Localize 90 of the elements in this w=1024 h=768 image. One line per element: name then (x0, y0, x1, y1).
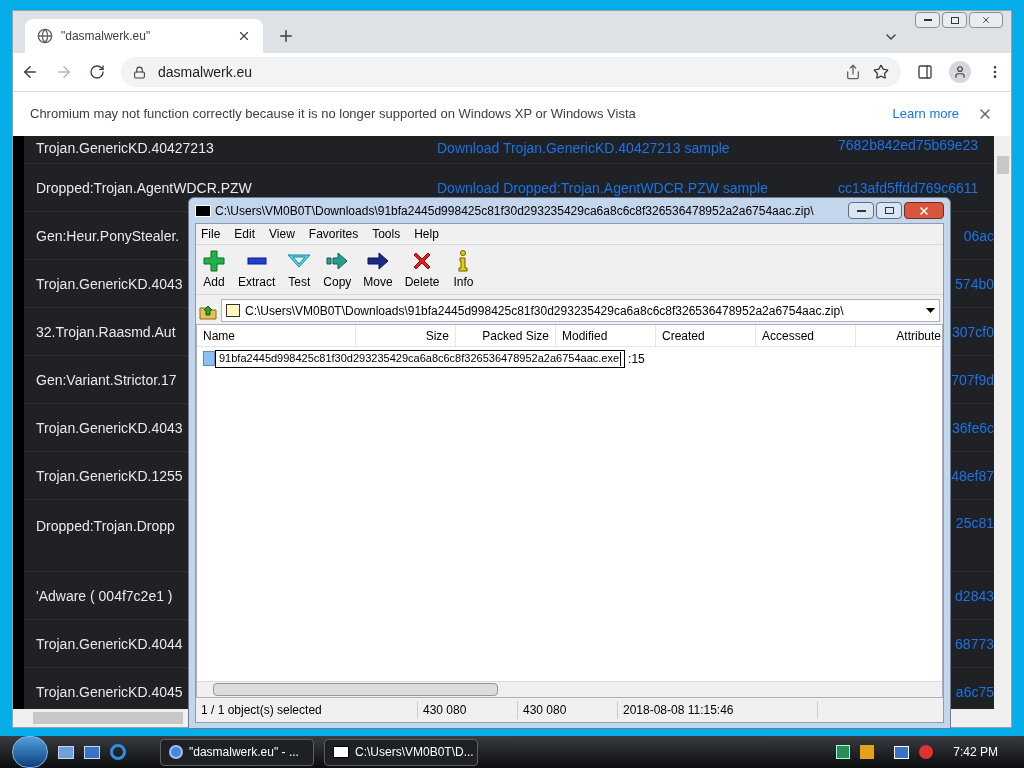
window-title: C:\Users\VM0B0T\Downloads\91bfa2445d998425c81f30d293235429ca6a8c6c8f326536478952a2a6754aac.zip\ (215, 202, 815, 220)
clock: 7:42 PM (953, 744, 998, 761)
malware-name: Gen:Heur.PonyStealer. (36, 227, 180, 244)
malware-name: Trojan.GenericKD.4044 (36, 635, 183, 652)
maximize-button[interactable] (876, 202, 902, 219)
side-panel-icon[interactable] (917, 64, 933, 80)
hash-text: 25c81 (955, 514, 994, 532)
horizontal-scrollbar[interactable] (197, 681, 942, 697)
hash-text: 68773 (955, 634, 994, 653)
maximize-button[interactable] (942, 12, 967, 28)
minimize-icon (856, 209, 866, 212)
back-icon[interactable] (21, 63, 39, 81)
menu-item[interactable]: Favorites (308, 225, 359, 243)
download-link[interactable]: Download Dropped:Trojan.AgentWDCR.PZW sample (437, 179, 768, 196)
close-button[interactable] (904, 202, 944, 219)
close-button[interactable] (969, 12, 1003, 28)
toolbar-button[interactable]: Add (202, 248, 226, 291)
column-header[interactable]: Packed Size (456, 325, 556, 346)
learn-more-link[interactable]: Learn more (892, 104, 959, 124)
path-combo-box[interactable]: C:\Users\VM0B0T\Downloads\91bfa2445d998425c81f30d293235429ca6a8c6c8f326536478952a2a6754aac.zip\ (221, 299, 940, 322)
status-text: 2018-08-08 11:15:46 (618, 701, 818, 719)
file-name-field[interactable]: 91bfa2445d998425c81f30d293235429ca6a8c6c8f326536478952a2a6754aac.exe (215, 349, 626, 368)
toolbar-button[interactable]: Test (287, 248, 312, 291)
browser-tab[interactable]: "dasmalwerk.eu" (25, 19, 263, 53)
maximize-icon (884, 207, 894, 214)
maximize-icon (950, 16, 959, 24)
file-icon (203, 351, 215, 366)
hash-text: 307cf0 (951, 322, 994, 341)
menu-item[interactable]: File (201, 225, 221, 243)
status-text: 430 080 (518, 701, 618, 719)
globe-icon (37, 28, 53, 44)
column-header[interactable]: Attribute (856, 325, 942, 346)
lock-icon (133, 65, 146, 79)
hash-text: 48ef87 (951, 466, 994, 485)
minimize-button[interactable] (848, 202, 874, 219)
column-header[interactable]: Modified (556, 325, 656, 346)
minimize-button[interactable] (915, 12, 940, 28)
close-icon (981, 15, 991, 25)
malware-name: 'Adware ( 004f7c2e1 ) (36, 587, 173, 604)
add-icon (202, 248, 226, 273)
hash-text: 7682b842ed75b69e23 (838, 136, 979, 154)
share-icon[interactable] (845, 64, 861, 80)
malware-name: Gen:Variant.Strictor.17 (36, 371, 177, 388)
malware-name: Trojan.GenericKD.4043 (36, 419, 183, 436)
hash-text: a6c75 (955, 682, 994, 701)
column-header[interactable]: Size (356, 325, 456, 346)
start-button[interactable] (12, 736, 48, 768)
malware-name: Trojan.GenericKD.4045 (36, 683, 183, 700)
taskbar-button[interactable]: C:\Users\VM0B0T\D... (324, 738, 478, 766)
column-header[interactable]: Created (656, 325, 756, 346)
status-text: 1 / 1 object(s) selected (196, 701, 418, 719)
download-link[interactable]: Download Trojan.GenericKD.40427213 sample (437, 140, 730, 156)
toolbar-button[interactable]: Info (451, 248, 476, 291)
menu-item[interactable]: View (269, 225, 295, 243)
malware-name: Dropped:Trojan.AgentWDCR.PZW (36, 179, 252, 196)
minimize-icon (923, 19, 932, 21)
address-bar[interactable]: dasmalwerk.eu (121, 57, 901, 87)
hash-text: 707f9d (951, 370, 994, 389)
status-text: 430 080 (418, 701, 518, 719)
menu-item[interactable]: Help (414, 225, 439, 243)
hash-text: 36fe6c (951, 418, 994, 437)
column-header[interactable]: Name (197, 325, 356, 346)
profile-icon[interactable] (949, 61, 971, 83)
malware-name: Trojan.GenericKD.1255 (36, 467, 183, 484)
modified-cell-text: :15 (628, 350, 645, 368)
new-tab-icon[interactable] (277, 27, 295, 45)
column-header[interactable]: Accessed (756, 325, 856, 346)
malware-name: Dropped:Trojan.Dropp (36, 518, 175, 534)
hash-text: 06ac (963, 226, 994, 245)
taskbar-button[interactable]: "dasmalwerk.eu" - ... (160, 738, 314, 766)
star-icon[interactable] (873, 64, 889, 80)
toolbar-button[interactable]: Delete (404, 248, 440, 291)
infobar-message: Chromium may not function correctly because it is no longer supported on Windows XP or Windows Vista (30, 105, 637, 124)
hash-text: 574b0 (955, 274, 994, 293)
malware-name: 32.Trojan.Raasmd.Aut (36, 323, 176, 340)
hash-text: d2843 (955, 586, 994, 605)
close-icon[interactable] (237, 29, 251, 43)
menu-item[interactable]: Tools (372, 225, 401, 243)
vertical-scrollbar[interactable] (994, 136, 1011, 709)
menu-item[interactable]: Edit (234, 225, 256, 243)
toolbar-button[interactable]: Move (363, 248, 393, 291)
extract-icon (246, 256, 267, 265)
toolbar-button[interactable]: Copy (323, 248, 352, 291)
reload-icon[interactable] (89, 64, 105, 80)
malware-name: Trojan.GenericKD.4043 (36, 275, 183, 292)
hash-text: cc13afd5ffdd769c6611 (838, 178, 979, 197)
toolbar-button[interactable]: Extract (238, 248, 276, 291)
close-icon (918, 204, 930, 217)
malware-name: Trojan.GenericKD.40427213 (36, 140, 214, 156)
app-icon (195, 204, 211, 217)
